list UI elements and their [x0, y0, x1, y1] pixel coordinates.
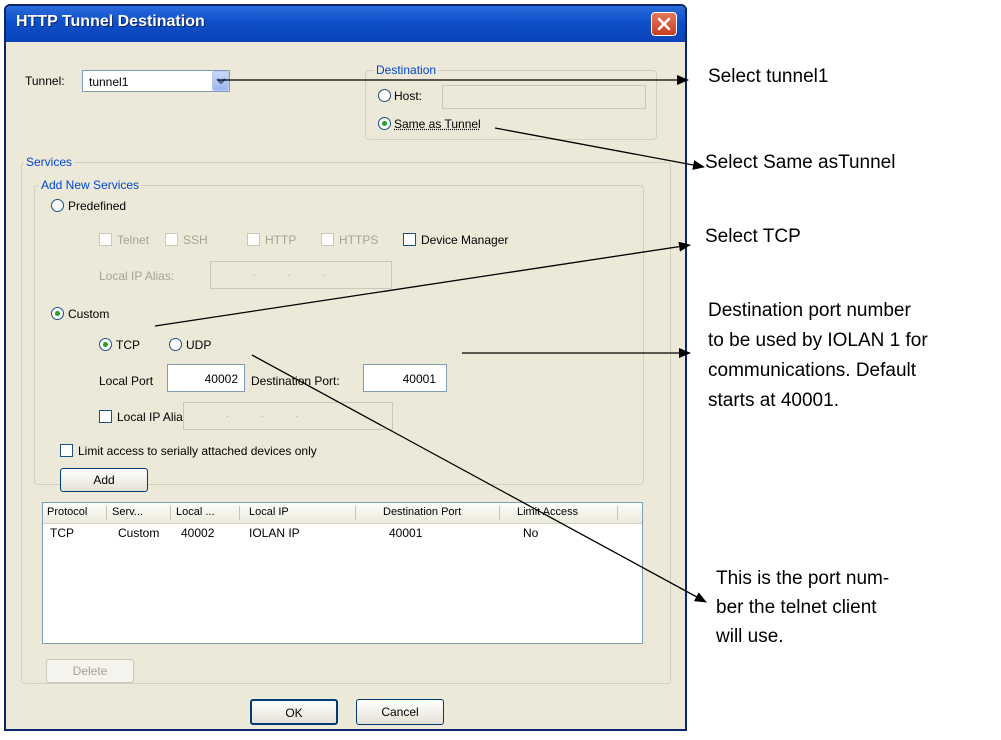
annotation-select-tcp: Select TCP — [705, 226, 801, 247]
arrow-local-port — [251, 354, 707, 603]
annotation-destination-port: Destination port number to be used by IO… — [708, 300, 928, 411]
arrow-select-tcp — [154, 241, 691, 327]
annotation-select-same: Select Same asTunnel — [705, 152, 896, 173]
annotation-local-port: This is the port num- ber the telnet cli… — [716, 568, 890, 647]
arrow-select-same — [494, 127, 705, 170]
annotation-select-tunnel: Select tunnel1 — [708, 66, 829, 87]
